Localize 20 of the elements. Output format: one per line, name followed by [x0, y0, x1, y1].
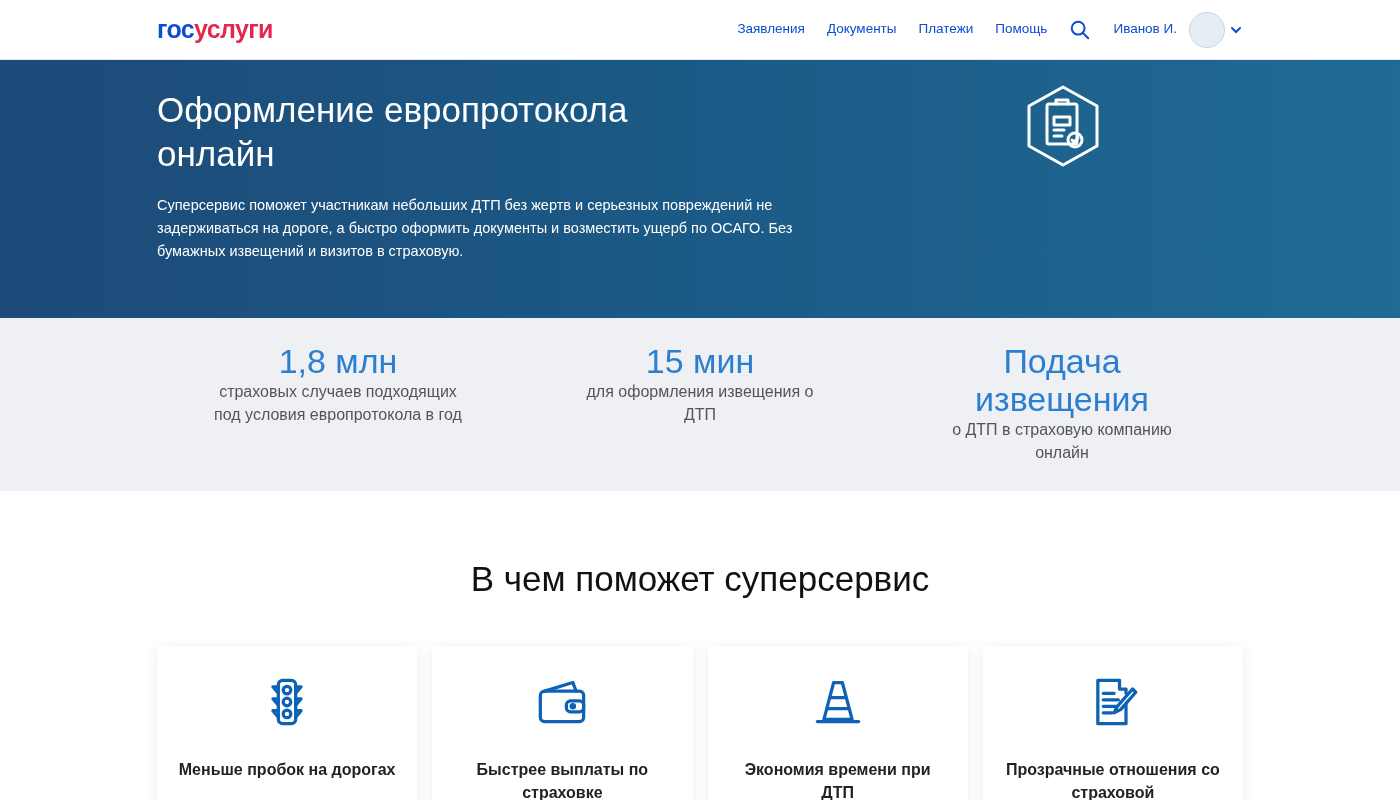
feature-title: Прозрачные отношения со страховой [1004, 759, 1221, 800]
feature-title: Экономия времени при ДТП [743, 759, 932, 800]
nav-link[interactable]: Платежи [918, 19, 974, 40]
stat-value: Подача извещения [974, 342, 1150, 418]
stat-value: 15 мин [644, 342, 756, 380]
stat-caption: о ДТП в страховую компанию онлайн [951, 420, 1173, 463]
nav-link[interactable]: Заявления [737, 19, 805, 40]
logo[interactable]: госуслуги [157, 17, 273, 42]
feature-title: Меньше пробок на дорогах [177, 759, 397, 780]
search-icon[interactable] [1069, 18, 1092, 41]
nav-link[interactable]: Документы [826, 19, 897, 40]
stat-value: 1,8 млн [277, 342, 399, 380]
stat-caption: страховых случаев подходящих под условия европротокола в год [213, 382, 463, 425]
section-title: В чем поможет суперсервис [469, 558, 931, 600]
stat-caption: для оформления извещения о ДТП [585, 382, 815, 425]
hero-title: Оформление европротокола онлайн [157, 89, 629, 175]
nav-link[interactable]: Помощь [995, 19, 1048, 40]
user-name[interactable]: Иванов И. [1113, 19, 1177, 40]
hero-description: Суперсервис поможет участникам небольших ДТП без жертв и серьезных повреждений не задерживаться на дороге, а быстро оформить документы и возместить ущерб по ОСАГО. Без бумажных извещений и визитов в страховую. [157, 196, 794, 261]
feature-title: Быстрее выплаты по страховке [475, 759, 650, 800]
